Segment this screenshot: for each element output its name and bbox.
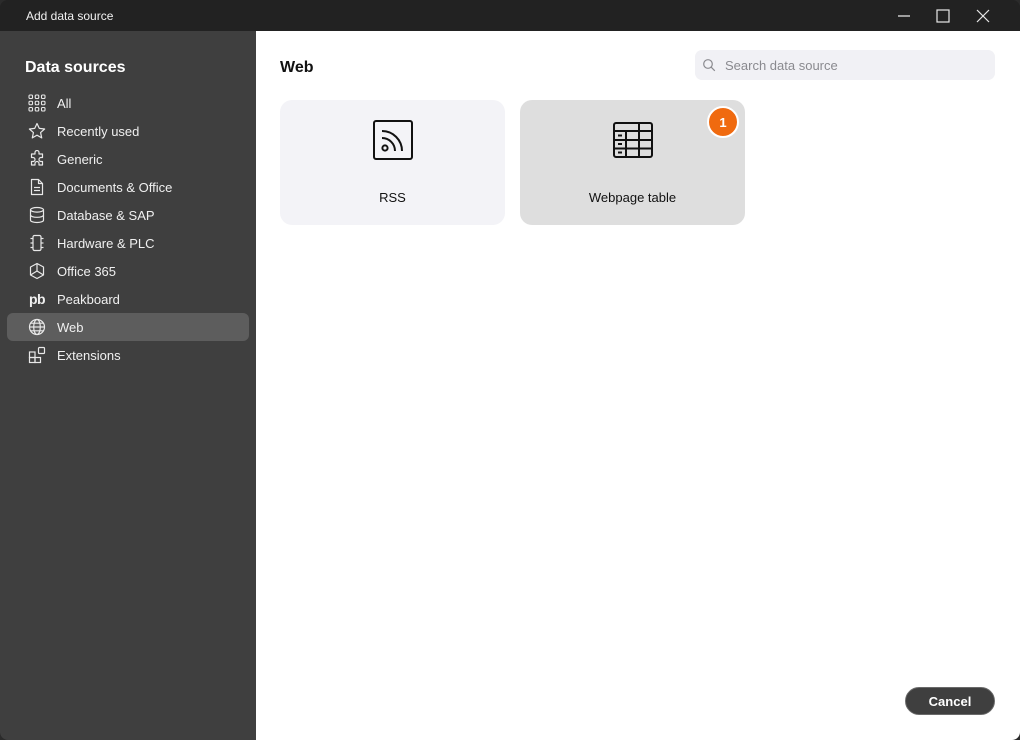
database-icon [27, 205, 47, 225]
card-label: RSS [379, 190, 406, 205]
minimize-icon [898, 14, 910, 17]
maximize-button[interactable] [923, 0, 963, 31]
sidebar-item-database-sap[interactable]: Database & SAP [7, 201, 249, 229]
sidebar-item-extensions[interactable]: Extensions [7, 341, 249, 369]
sidebar-list: All Recently used Generic Documents & Of… [7, 89, 249, 369]
data-source-card-rss[interactable]: RSS [280, 100, 505, 225]
data-source-card-webpage-table[interactable]: Webpage table 1 [520, 100, 745, 225]
table-icon [611, 118, 655, 162]
sidebar-item-label: Extensions [57, 347, 121, 363]
sidebar: Data sources All Recently used Generic D… [0, 31, 256, 740]
card-label: Webpage table [588, 190, 677, 205]
search-icon [701, 57, 717, 73]
sidebar-item-web[interactable]: Web [7, 313, 249, 341]
count-badge: 1 [707, 106, 739, 138]
search-box[interactable] [695, 50, 995, 80]
sidebar-item-peakboard[interactable]: pb Peakboard [7, 285, 249, 313]
minimize-button[interactable] [884, 0, 924, 31]
sidebar-item-label: Peakboard [57, 291, 120, 307]
peakboard-logo: pb [27, 289, 47, 309]
sidebar-item-label: Documents & Office [57, 179, 173, 195]
section-title: Web [280, 59, 314, 76]
rss-icon [371, 118, 415, 162]
sidebar-item-recently-used[interactable]: Recently used [7, 117, 249, 145]
sidebar-item-office-365[interactable]: Office 365 [7, 257, 249, 285]
peakboard-logo-glyph: pb [28, 291, 46, 307]
sidebar-item-all[interactable]: All [7, 89, 249, 117]
puzzle-icon [27, 149, 47, 169]
sidebar-item-label: Office 365 [57, 263, 117, 279]
star-icon [27, 121, 47, 141]
sidebar-item-label: Recently used [57, 123, 140, 139]
chip-icon [27, 233, 47, 253]
office-icon [27, 261, 47, 281]
sidebar-item-generic[interactable]: Generic [7, 145, 249, 173]
extensions-icon [27, 345, 47, 365]
close-icon [976, 9, 990, 22]
main-panel: Web RSS [256, 31, 1020, 740]
sidebar-item-label: Web [57, 319, 84, 335]
sidebar-item-hardware-plc[interactable]: Hardware & PLC [7, 229, 249, 257]
sidebar-heading: Data sources [25, 59, 126, 76]
add-data-source-dialog: Add data source Data sources All Recentl… [0, 0, 1020, 740]
document-icon [27, 177, 47, 197]
sidebar-item-label: Database & SAP [57, 207, 155, 223]
sidebar-item-documents-office[interactable]: Documents & Office [7, 173, 249, 201]
globe-icon [27, 317, 47, 337]
sidebar-item-label: Hardware & PLC [57, 235, 155, 251]
cancel-button[interactable]: Cancel [905, 687, 995, 715]
search-input[interactable] [725, 57, 975, 73]
maximize-icon [936, 8, 950, 23]
sidebar-item-label: All [57, 95, 72, 111]
sidebar-item-label: Generic [57, 151, 103, 167]
grid-dots-icon [27, 93, 47, 113]
title-bar: Add data source [0, 0, 1020, 31]
close-button[interactable] [963, 0, 1003, 31]
window-title: Add data source [26, 9, 114, 23]
